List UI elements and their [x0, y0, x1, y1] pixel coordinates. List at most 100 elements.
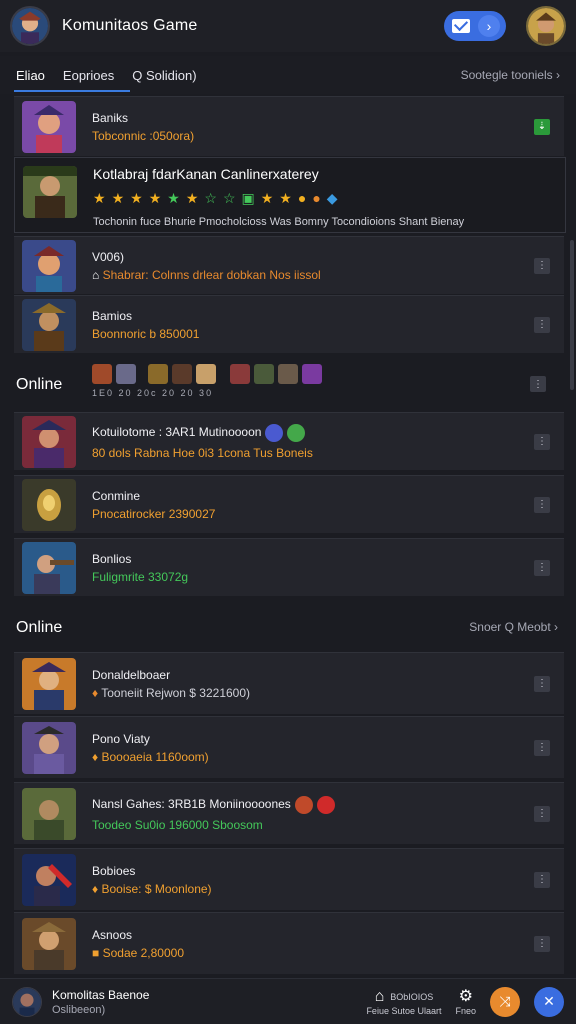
- more-icon[interactable]: ⋮: [534, 433, 550, 450]
- mini-avatar[interactable]: [116, 364, 136, 384]
- mini-avatar[interactable]: [278, 364, 298, 384]
- item-subtitle: ■ Sodae 2,80000: [92, 946, 534, 960]
- mini-avatar[interactable]: [254, 364, 274, 384]
- item-subtitle: ♦ Booise: $ Moonlone): [92, 882, 534, 896]
- star-icon: ★: [167, 190, 180, 206]
- nav-home-top: BObIOIOS: [390, 991, 434, 1002]
- star-icon: ★: [185, 190, 199, 206]
- item-subtitle-text: Tooneiit Rejwon $ 3221600): [101, 685, 251, 700]
- shuffle-button[interactable]: ⤨: [490, 986, 520, 1017]
- online-list-filter[interactable]: Snoer Q Meobt ›: [469, 620, 558, 634]
- item-name: Kotuilotome : 3AR1 Mutinoooon: [92, 423, 534, 442]
- chevron-right-icon[interactable]: ›: [478, 15, 500, 37]
- more-icon[interactable]: ⋮: [534, 559, 550, 576]
- star-icon: ★: [148, 190, 162, 206]
- online-list-label: Online: [16, 619, 63, 636]
- tab-eoprioes[interactable]: Eoprioes: [63, 56, 114, 94]
- badge-icon: [294, 795, 313, 814]
- star-icon: ★: [279, 190, 292, 206]
- list-item[interactable]: Nansl Gahes: 3RB1B Moniinoooones Toodeo …: [14, 782, 564, 844]
- item-name: Donaldelboaer: [92, 667, 171, 682]
- mini-avatar[interactable]: [172, 364, 192, 384]
- app-title: Komunitaos Game: [62, 17, 198, 34]
- nav-home-label: Feiue Sutoe Ulaart: [366, 1005, 442, 1016]
- tab-bar: Eliao Eoprioes Q Solidion) Sootegle toon…: [0, 56, 576, 94]
- mini-avatar[interactable]: [148, 364, 168, 384]
- tab-solidion[interactable]: Q Solidion): [132, 56, 196, 94]
- heart-icon: ♦: [92, 749, 99, 764]
- more-icon[interactable]: ⋮: [530, 376, 546, 392]
- online-counts: 1E0 20 20c 20 20 30: [92, 388, 214, 398]
- top-header: Komunitaos Game ›: [0, 0, 576, 52]
- game-thumbnail: [22, 721, 76, 774]
- more-icon[interactable]: ⋮: [534, 257, 550, 274]
- game-thumbnail: [22, 853, 76, 906]
- sort-label: Sootegle tooniels: [460, 68, 553, 82]
- tab-eliao[interactable]: Eliao: [16, 56, 45, 94]
- item-name: Bonlios: [92, 551, 132, 566]
- more-icon[interactable]: ⋮: [534, 496, 550, 513]
- bottom-subtitle: Oslibeeon): [52, 1003, 106, 1016]
- more-icon[interactable]: ⋮: [534, 935, 550, 952]
- online-section-label: Online: [16, 376, 63, 393]
- bottom-bar: Komolitas Baenoe Oslibeeon) ⌂ BObIOIOS Fe…: [0, 978, 576, 1024]
- gem-icon: ◆: [326, 190, 338, 206]
- nav-settings-label: Fneo: [455, 1005, 476, 1016]
- more-icon[interactable]: ⋮: [534, 871, 550, 888]
- list-item[interactable]: Bobioes ♦ Booise: $ Moonlone) ⋮: [14, 848, 564, 910]
- list-item[interactable]: Baniks Tobconnic :050ora) ⇣: [14, 96, 564, 156]
- item-name: V006): [92, 249, 125, 264]
- more-icon[interactable]: ⋮: [534, 805, 550, 822]
- list-item[interactable]: Asnoos ■ Sodae 2,80000 ⋮: [14, 912, 564, 974]
- game-thumbnail: [22, 478, 76, 531]
- mini-avatar[interactable]: [196, 364, 216, 384]
- item-subtitle: ♦ Tooneiit Rejwon $ 3221600): [92, 686, 534, 700]
- home-icon: ⌂: [374, 987, 385, 1005]
- game-thumbnail: [22, 917, 76, 970]
- close-button[interactable]: ✕: [534, 986, 564, 1017]
- online-list-filter-text: Snoer Q Meobt: [469, 620, 551, 634]
- download-icon[interactable]: ⇣: [534, 118, 550, 135]
- list-item[interactable]: Bonlios Fuligmrite 33072g ⋮: [14, 538, 564, 596]
- more-icon[interactable]: ⋮: [534, 316, 550, 333]
- item-subtitle: ⌂ Shabrar: Colnns drlear dobkan Nos iiss…: [92, 268, 534, 282]
- item-name-text: Kotuilotome : 3AR1 Mutinoooon: [92, 424, 262, 439]
- featured-card[interactable]: Kotlabraj fdarKanan Canlinerxaterey ★ ★ …: [14, 157, 566, 233]
- chevron-right-icon: ›: [556, 68, 560, 82]
- list-item[interactable]: V006) ⌂ Shabrar: Colnns drlear dobkan No…: [14, 236, 564, 294]
- item-subtitle-text: Booise: $ Moonlone): [101, 881, 212, 896]
- list-item[interactable]: Donaldelboaer ♦ Tooneiit Rejwon $ 322160…: [14, 652, 564, 714]
- close-icon: ✕: [543, 993, 555, 1009]
- coin-icon: ●: [312, 190, 321, 206]
- bottom-avatar[interactable]: [12, 986, 42, 1017]
- list-item[interactable]: Pono Viaty ♦ Boooaeia 1160oom) ⋮: [14, 716, 564, 778]
- nav-home[interactable]: ⌂ BObIOIOS Feiue Sutoe Ulaart: [366, 988, 441, 1016]
- mini-avatar[interactable]: [302, 364, 322, 384]
- messages-button[interactable]: ›: [444, 11, 506, 41]
- sort-dropdown[interactable]: Sootegle tooniels ›: [461, 68, 560, 82]
- star-icon: ★: [130, 190, 143, 206]
- badge-icon: ▣: [241, 190, 255, 206]
- item-name: Bamios: [92, 308, 133, 323]
- scrollbar[interactable]: [570, 240, 574, 390]
- more-icon[interactable]: ⋮: [534, 675, 550, 692]
- featured-rating-icons: ★ ★ ★ ★ ★ ★ ☆ ☆ ▣ ★ ★ ● ● ◆: [93, 190, 338, 207]
- nav-settings[interactable]: ⚙ Fneo: [455, 988, 476, 1016]
- item-subtitle-text: Boooaeia 1160oom): [101, 749, 209, 764]
- more-icon[interactable]: ⋮: [534, 739, 550, 756]
- user-avatar[interactable]: [10, 6, 50, 46]
- item-name: Asnoos: [92, 927, 133, 942]
- item-subtitle-text: Shabrar: Colnns drlear dobkan Nos iissol: [102, 267, 321, 282]
- app-root: Komunitaos Game › Eliao Eoprioes Q Solid…: [0, 0, 576, 1024]
- list-item[interactable]: Kotuilotome : 3AR1 Mutinoooon 80 dols Ra…: [14, 412, 564, 470]
- active-tab-indicator: [14, 90, 130, 92]
- profile-avatar[interactable]: [526, 6, 566, 46]
- mini-avatar[interactable]: [92, 364, 112, 384]
- item-name: Conmine: [92, 488, 141, 503]
- list-item[interactable]: Bamios Boonnoric b 850001 ⋮: [14, 295, 564, 353]
- chevron-right-icon: ›: [554, 620, 558, 634]
- mini-avatar[interactable]: [230, 364, 250, 384]
- list-item[interactable]: Conmine Pnocatirocker 2390027 ⋮: [14, 475, 564, 533]
- star-icon: ★: [111, 190, 125, 206]
- badge-icon: [316, 795, 335, 814]
